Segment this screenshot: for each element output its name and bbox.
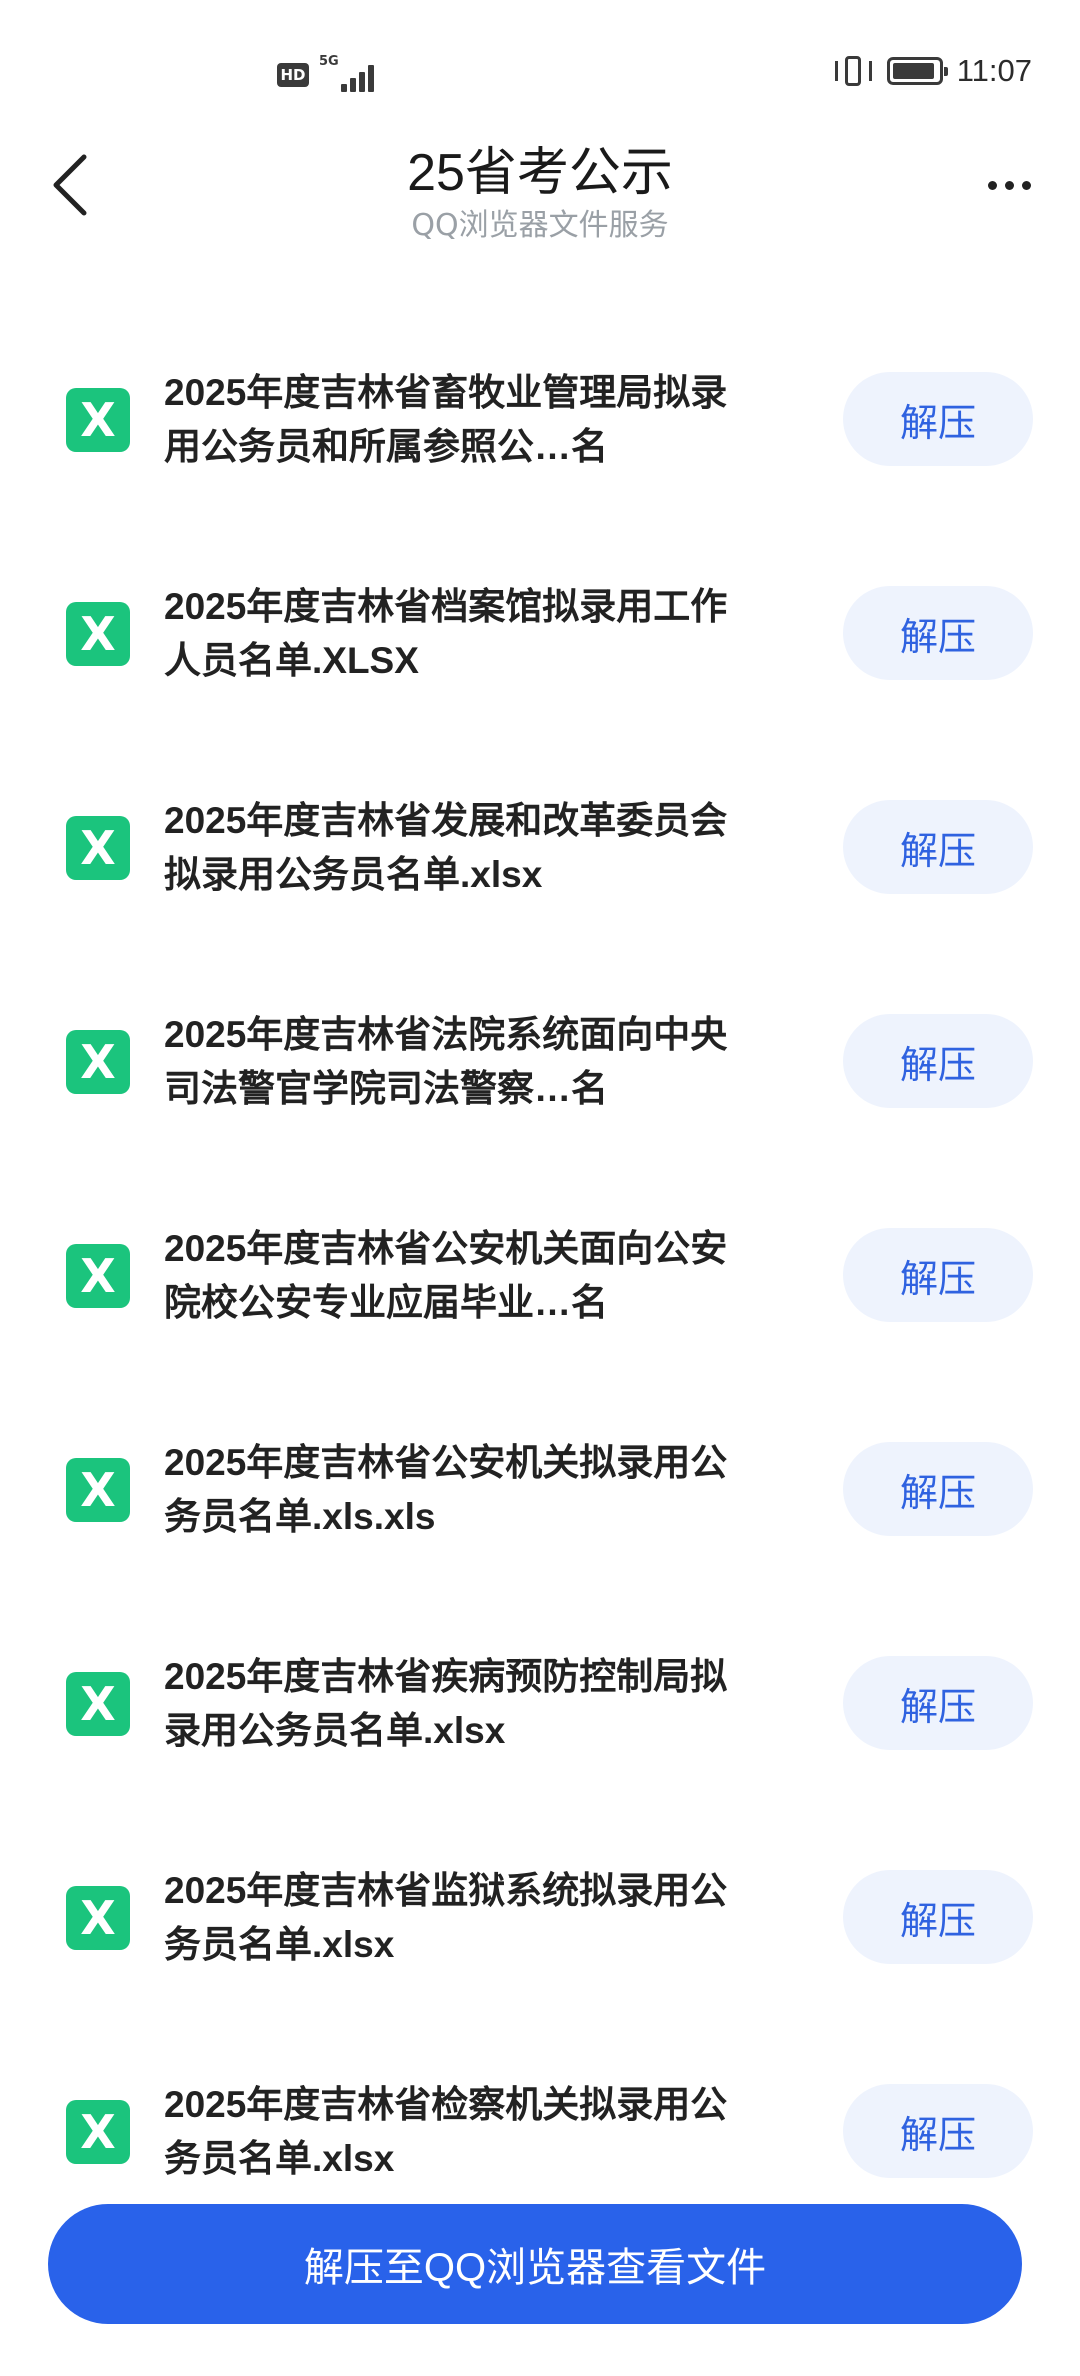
unzip-button[interactable]: 解压 xyxy=(843,1014,1033,1108)
unzip-button[interactable]: 解压 xyxy=(843,586,1033,680)
file-item[interactable]: X 2025年度吉林省法院系统面向中央司法警官学院司法警察…名 解压 xyxy=(0,992,1080,1206)
page-subtitle: QQ浏览器文件服务 xyxy=(411,208,669,243)
more-horizontal-icon xyxy=(987,180,997,190)
network-type-label: 5G xyxy=(319,54,339,69)
excel-file-icon: X xyxy=(66,1244,130,1308)
excel-file-icon: X xyxy=(66,2100,130,2164)
app-header: 25省考公示 QQ浏览器文件服务 xyxy=(0,120,1080,260)
excel-file-icon: X xyxy=(66,1672,130,1736)
page-title: 25省考公示 xyxy=(407,144,673,202)
file-name: 2025年度吉林省疾病预防控制局拟录用公务员名单.xlsx xyxy=(164,1656,728,1751)
unzip-button[interactable]: 解压 xyxy=(843,1656,1033,1750)
file-name: 2025年度吉林省公安机关面向公安院校公安专业应届毕业…名 xyxy=(164,1228,728,1323)
file-name: 2025年度吉林省检察机关拟录用公务员名单.xlsx xyxy=(164,2084,728,2179)
unzip-button[interactable]: 解压 xyxy=(843,372,1033,466)
more-button[interactable] xyxy=(974,160,1044,210)
file-item[interactable]: X 2025年度吉林省公安机关面向公安院校公安专业应届毕业…名 解压 xyxy=(0,1206,1080,1420)
hd-icon: HD xyxy=(277,63,309,87)
excel-file-icon: X xyxy=(66,816,130,880)
status-right: 11:07 xyxy=(833,52,1032,90)
excel-file-icon: X xyxy=(66,388,130,452)
file-name: 2025年度吉林省畜牧业管理局拟录用公务员和所属参照公…名 xyxy=(164,372,728,467)
battery-icon xyxy=(886,57,948,85)
excel-file-icon: X xyxy=(66,602,130,666)
file-item[interactable]: X 2025年度吉林省监狱系统拟录用公务员名单.xlsx 解压 xyxy=(0,1848,1080,2062)
unzip-button[interactable]: 解压 xyxy=(843,2084,1033,2178)
file-name: 2025年度吉林省档案馆拟录用工作人员名单.XLSX xyxy=(164,586,728,681)
excel-file-icon: X xyxy=(66,1458,130,1522)
file-name: 2025年度吉林省公安机关拟录用公务员名单.xls.xls xyxy=(164,1442,728,1537)
vibrate-icon xyxy=(833,52,873,90)
unzip-to-browser-button[interactable]: 解压至QQ浏览器查看文件 xyxy=(48,2204,1022,2324)
file-list: X 2025年度吉林省畜牧业管理局拟录用公务员和所属参照公…名 解压 X 202… xyxy=(0,350,1080,2276)
file-item[interactable]: X 2025年度吉林省发展和改革委员会拟录用公务员名单.xlsx 解压 xyxy=(0,778,1080,992)
excel-file-icon: X xyxy=(66,1030,130,1094)
file-name: 2025年度吉林省发展和改革委员会拟录用公务员名单.xlsx xyxy=(164,800,728,895)
file-item[interactable]: X 2025年度吉林省畜牧业管理局拟录用公务员和所属参照公…名 解压 xyxy=(0,350,1080,564)
status-left: HD 5G xyxy=(277,54,375,92)
unzip-button[interactable]: 解压 xyxy=(843,800,1033,894)
file-item[interactable]: X 2025年度吉林省疾病预防控制局拟录用公务员名单.xlsx 解压 xyxy=(0,1634,1080,1848)
unzip-button[interactable]: 解压 xyxy=(843,1870,1033,1964)
status-time: 11:07 xyxy=(956,53,1032,88)
file-item[interactable]: X 2025年度吉林省档案馆拟录用工作人员名单.XLSX 解压 xyxy=(0,564,1080,778)
file-name: 2025年度吉林省法院系统面向中央司法警官学院司法警察…名 xyxy=(164,1014,728,1109)
unzip-button[interactable]: 解压 xyxy=(843,1442,1033,1536)
signal-icon: 5G xyxy=(319,54,375,92)
file-name: 2025年度吉林省监狱系统拟录用公务员名单.xlsx xyxy=(164,1870,728,1965)
unzip-button[interactable]: 解压 xyxy=(843,1228,1033,1322)
excel-file-icon: X xyxy=(66,1886,130,1950)
file-item[interactable]: X 2025年度吉林省公安机关拟录用公务员名单.xls.xls 解压 xyxy=(0,1420,1080,1634)
